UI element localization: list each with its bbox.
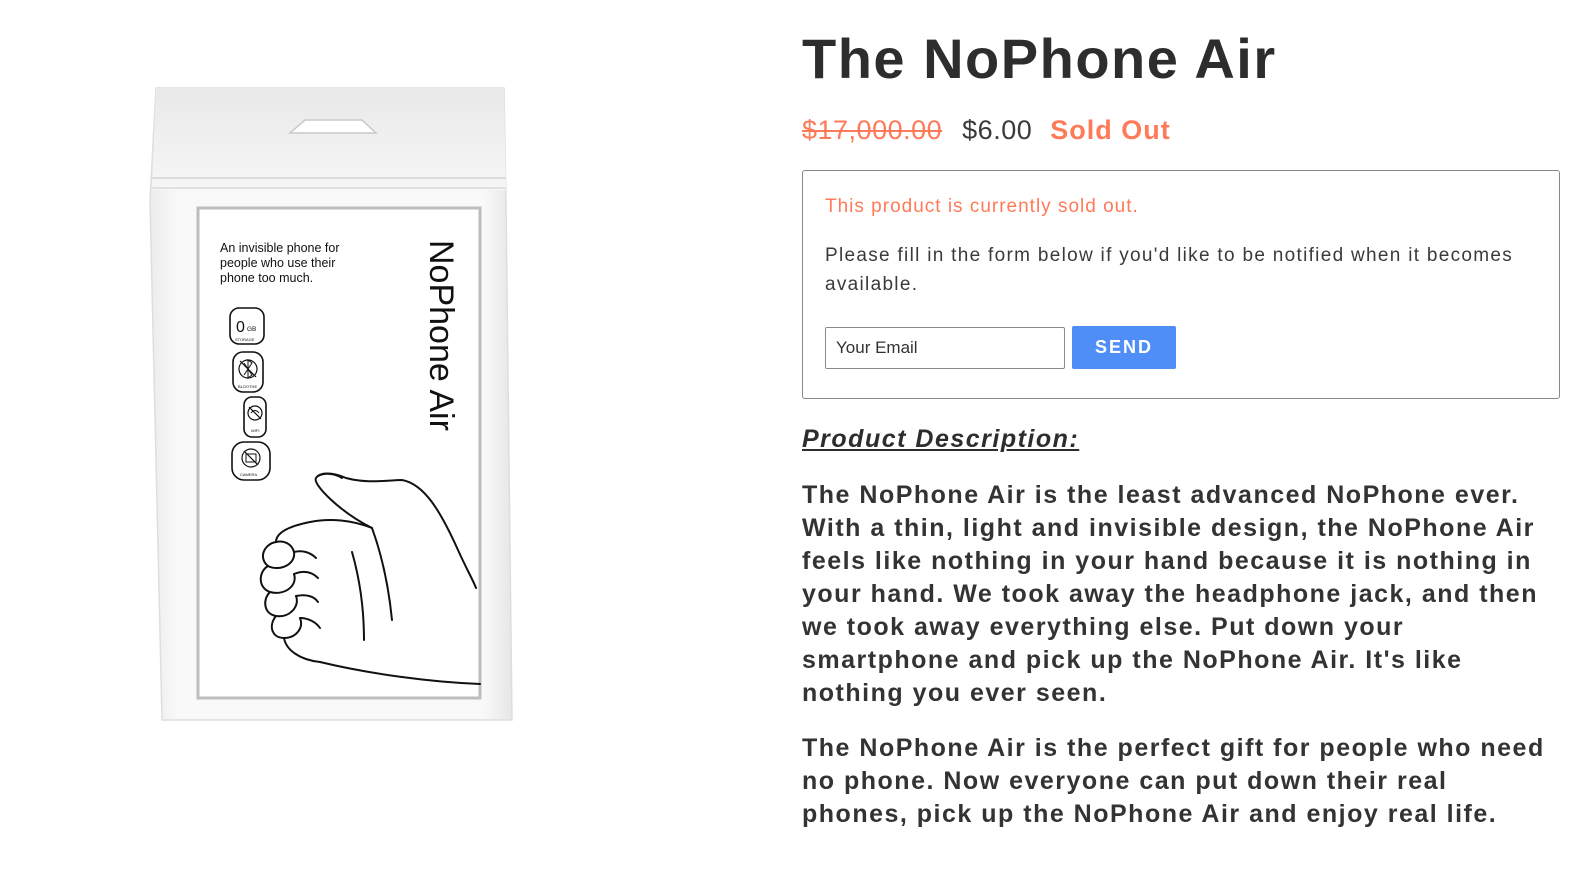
package-brand-text: NoPhone Air [422, 240, 460, 431]
package-tagline-line-3: phone too much. [220, 271, 313, 285]
original-price: $17,000.00 [802, 115, 943, 145]
email-input[interactable] [825, 326, 1065, 369]
svg-text:STORAGE: STORAGE [235, 337, 255, 342]
svg-text:0: 0 [236, 319, 245, 336]
svg-text:WIFI: WIFI [251, 428, 259, 433]
sold-out-message: This product is currently sold out. [825, 196, 1139, 217]
product-page: An invisible phone for people who use th… [0, 0, 1573, 871]
sold-out-badge: Sold Out [1050, 115, 1171, 145]
description-paragraph-2: The NoPhone Air is the perfect gift for … [802, 734, 1545, 828]
svg-text:GB: GB [247, 326, 256, 333]
product-title: The NoPhone Air [802, 27, 1277, 90]
package-tagline-line-1: An invisible phone for [220, 241, 340, 255]
product-image[interactable]: An invisible phone for people who use th… [140, 80, 520, 740]
notify-instructions: Please fill in the form below if you'd l… [825, 245, 1514, 295]
product-info: The NoPhone Air $17,000.00 $6.00 Sold Ou… [802, 26, 1562, 831]
svg-text:BLOOTHE: BLOOTHE [238, 384, 257, 389]
notify-form: SEND [825, 326, 1176, 369]
current-price: $6.00 [962, 115, 1033, 145]
package-illustration: An invisible phone for people who use th… [149, 87, 513, 721]
description-heading: Product Description: [802, 425, 1080, 453]
price-row: $17,000.00 $6.00 Sold Out [802, 114, 1562, 146]
svg-text:CAMERA: CAMERA [240, 472, 257, 477]
package-tagline-line-2: people who use their [220, 256, 335, 270]
send-button[interactable]: SEND [1072, 326, 1176, 369]
notify-box: This product is currently sold out. Plea… [802, 170, 1560, 399]
description-paragraph-1: The NoPhone Air is the least advanced No… [802, 481, 1538, 707]
